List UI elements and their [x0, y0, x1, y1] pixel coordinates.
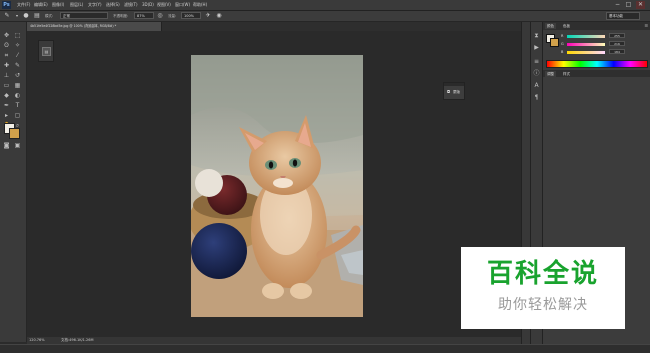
dodge-tool-icon[interactable]: ◐ [14, 92, 21, 99]
menu-file[interactable]: 文件(F) [17, 1, 30, 9]
tab-styles[interactable]: 样式 [561, 71, 572, 77]
float-panel-label[interactable]: 蒙版 [453, 90, 460, 95]
type-tool-icon[interactable]: T [14, 102, 21, 109]
flow-input[interactable]: 100% [181, 12, 201, 19]
healing-brush-icon[interactable]: ✚ [3, 62, 10, 69]
slider-b-label: B [561, 50, 564, 54]
opacity-input[interactable]: 87% [134, 12, 154, 19]
tab-swatches[interactable]: 色板 [561, 23, 572, 29]
adjustments-header: 调整 样式 [543, 70, 650, 77]
slider-g-track[interactable] [567, 43, 605, 46]
clone-stamp-icon[interactable]: ⊥ [3, 72, 10, 79]
panel-header: 颜色 色板 ☰ [543, 22, 650, 30]
screen-mode-icon[interactable]: ▣ [14, 142, 21, 149]
workspace-select[interactable]: 基本功能 [606, 12, 640, 20]
float-panel-header[interactable] [444, 83, 464, 86]
menu-layer[interactable]: 图层(L) [70, 1, 83, 9]
mode-label: 模式: [45, 14, 54, 18]
document-tab[interactable]: 4b51fe5e4f228bd5e.jpg @ 100% (背景副本, RGB/… [27, 22, 162, 31]
history-icon[interactable]: ▤ [42, 47, 51, 56]
slider-b-value[interactable]: 184 [609, 49, 625, 54]
brush-tool-icon[interactable]: ✎ [14, 62, 21, 69]
slider-g-value[interactable]: 216 [609, 41, 625, 46]
close-button[interactable]: ✕ [636, 1, 645, 9]
kitten-photo [191, 55, 363, 317]
minimize-button[interactable]: − [613, 1, 622, 9]
slider-r-value[interactable]: 255 [609, 33, 625, 38]
brush-size-icon[interactable]: ● [22, 12, 30, 20]
brush-panel-icon[interactable]: ▤ [33, 12, 41, 20]
document-image [191, 55, 363, 317]
opacity-label: 不透明度: [113, 14, 129, 18]
tab-adjustments[interactable]: 调整 [545, 71, 556, 77]
menu-type[interactable]: 文字(Y) [88, 1, 102, 9]
slider-r-label: R [561, 34, 564, 38]
watermark-logo: 百科全说 助你轻松解决 [461, 247, 625, 329]
menu-help[interactable]: 帮助(H) [193, 1, 207, 9]
panel-menu-icon[interactable]: ☰ [644, 23, 648, 28]
options-bar: ✎ ▾ ● ▤ 模式: 正常 不透明度: 87% ◎ 流量: 100% ✈ ◉ … [0, 11, 650, 22]
menu-window[interactable]: 窗口(W) [175, 1, 190, 9]
tools-panel: ✥ ⬚ ʘ ✧ ⌗ ⁄ ✚ ✎ ⊥ ↺ ▭ ▦ ◆ ◐ ✒ T ▸ ▢ ✋ ⌕ … [0, 22, 27, 342]
maximize-button[interactable]: □ [624, 1, 633, 9]
menu-view[interactable]: 视图(V) [157, 1, 171, 9]
eyedropper-icon[interactable]: ⁄ [14, 52, 21, 59]
slider-b-track[interactable] [567, 51, 605, 54]
character-panel-icon[interactable]: A [533, 82, 540, 89]
doc-size-info[interactable]: 文档:496.1K/1.26M [61, 337, 94, 344]
pen-tool-icon[interactable]: ✒ [3, 102, 10, 109]
flow-label: 流量: [168, 14, 177, 18]
path-select-icon[interactable]: ▸ [3, 112, 10, 119]
mode-select[interactable]: 正常 [60, 12, 108, 19]
shape-tool-icon[interactable]: ▢ [14, 112, 21, 119]
lasso-tool-icon[interactable]: ʘ [3, 42, 10, 49]
menu-3d[interactable]: 3D(D) [142, 1, 154, 9]
history-panel-icon[interactable]: ⧗ [533, 32, 540, 39]
app-logo: Ps [2, 1, 11, 9]
properties-panel-icon[interactable]: ≡ [533, 58, 540, 65]
tab-color[interactable]: 颜色 [545, 23, 556, 29]
menu-edit[interactable]: 编辑(E) [34, 1, 48, 9]
watermark-subtitle: 助你轻松解决 [498, 297, 588, 313]
eraser-tool-icon[interactable]: ▭ [3, 82, 10, 89]
brush-preset-icon[interactable]: ✎ [3, 12, 11, 20]
menu-select[interactable]: 选择(S) [106, 1, 120, 9]
masks-float-panel: ◘ 蒙版 [443, 82, 465, 100]
chevron-down-icon[interactable]: ▾ [13, 12, 21, 20]
menu-image[interactable]: 图像(I) [52, 1, 64, 9]
actions-panel-icon[interactable]: ▶ [533, 44, 540, 51]
pressure-size-icon[interactable]: ◉ [215, 12, 223, 20]
pressure-opacity-icon[interactable]: ◎ [156, 12, 164, 20]
paragraph-panel-icon[interactable]: ¶ [533, 94, 540, 101]
crop-tool-icon[interactable]: ⌗ [3, 52, 10, 59]
mini-panel: ▤ [38, 40, 54, 62]
tab-bar-empty [162, 22, 521, 31]
watermark-title: 百科全说 [486, 259, 599, 289]
slider-r-track[interactable] [567, 35, 605, 38]
color-ramp[interactable] [546, 60, 648, 68]
info-panel-icon[interactable]: ⓘ [533, 70, 540, 77]
background-color-swatch[interactable] [9, 128, 20, 139]
zoom-level[interactable]: 120.76% [29, 337, 45, 344]
quick-select-icon[interactable]: ✧ [14, 42, 21, 49]
menu-bar: Ps 文件(F) 编辑(E) 图像(I) 图层(L) 文字(Y) 选择(S) 滤… [0, 0, 650, 11]
mask-icon[interactable]: ◘ [447, 89, 450, 94]
move-tool-icon[interactable]: ✥ [3, 32, 10, 39]
history-brush-icon[interactable]: ↺ [14, 72, 21, 79]
gradient-tool-icon[interactable]: ▦ [14, 82, 21, 89]
marquee-tool-icon[interactable]: ⬚ [14, 32, 21, 39]
airbrush-icon[interactable]: ✈ [204, 12, 212, 20]
status-bar: 120.76% 文档:496.1K/1.26M [27, 337, 521, 344]
slider-g-label: G [561, 42, 564, 46]
quick-mask-icon[interactable]: ◙ [3, 142, 10, 149]
panel-background-swatch[interactable] [550, 38, 559, 47]
menu-filter[interactable]: 滤镜(T) [124, 1, 138, 9]
blur-tool-icon[interactable]: ◆ [3, 92, 10, 99]
